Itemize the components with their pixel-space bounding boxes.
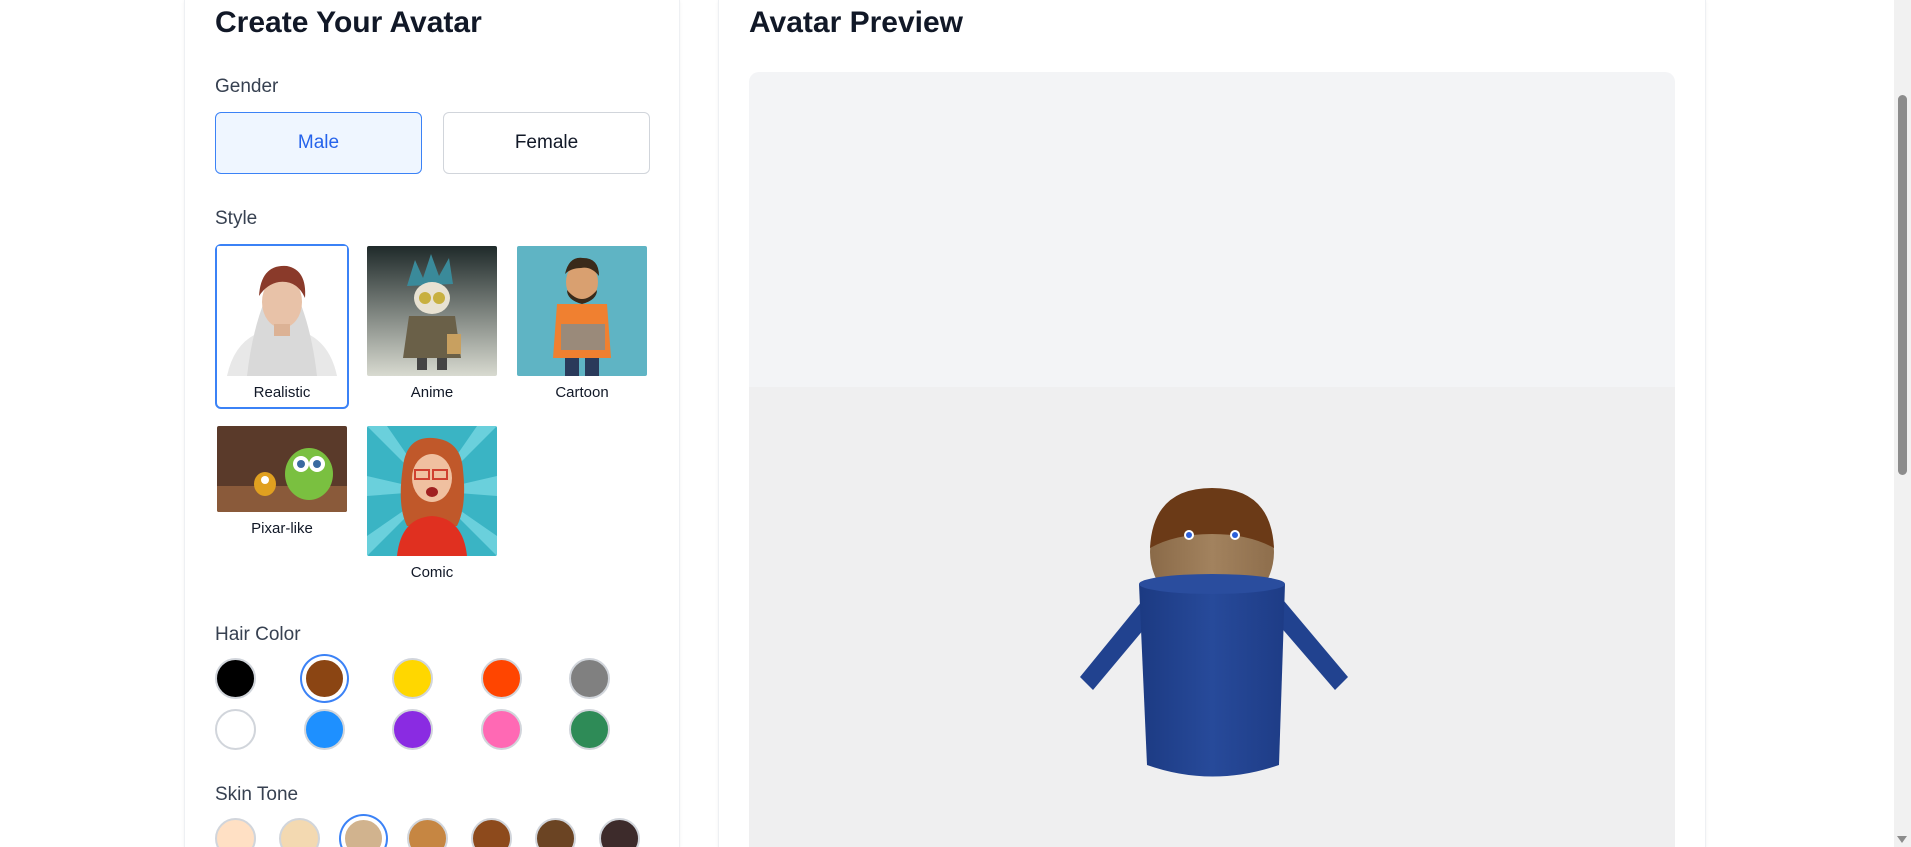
style-label-pixar-like: Pixar-like [251,520,313,537]
gender-female-button[interactable]: Female [443,112,650,174]
hair-color-swatch[interactable] [569,709,610,750]
style-option-anime[interactable]: Anime [365,244,499,409]
realistic-thumbnail [217,246,347,376]
page-scrollbar[interactable] [1894,0,1911,847]
avatar-preview-panel: Avatar Preview [718,0,1706,847]
style-option-comic[interactable]: Comic [365,424,499,589]
skin-tone-swatch[interactable] [535,818,576,847]
hair-color-swatch[interactable] [215,658,256,699]
style-option-pixar-like[interactable]: Pixar-like [215,424,349,542]
anime-thumbnail [367,246,497,376]
hair-color-label: Hair Color [215,624,301,645]
cartoon-thumbnail [517,246,647,376]
avatar-3d-viewport[interactable] [749,72,1675,847]
skin-tone-swatch[interactable] [343,818,384,847]
hair-color-swatch[interactable] [480,658,522,699]
hair-color-swatch[interactable] [392,709,433,750]
avatar-creator-page: Create Your Avatar Gender Male Female St… [0,0,1911,847]
hair-color-swatch[interactable] [215,709,256,750]
gender-male-button[interactable]: Male [215,112,422,174]
hair-color-swatch[interactable] [303,709,345,750]
style-label-cartoon: Cartoon [555,384,609,401]
avatar-options-panel: Create Your Avatar Gender Male Female St… [184,0,680,847]
skin-tone-swatch[interactable] [471,818,512,847]
style-option-realistic[interactable]: Realistic [215,244,349,409]
style-label-realistic: Realistic [253,384,311,401]
panel-title: Create Your Avatar [215,6,482,39]
comic-thumbnail [367,426,497,556]
style-label-comic: Comic [410,564,454,581]
skin-tone-swatch[interactable] [407,818,448,847]
pixar-like-thumbnail [217,426,347,512]
avatar-body [1139,574,1285,777]
scrollbar-thumb[interactable] [1898,95,1907,475]
gender-label: Gender [215,76,279,97]
hair-color-swatch[interactable] [303,658,345,699]
skin-tone-swatch[interactable] [215,818,256,847]
hair-color-swatch[interactable] [480,709,522,750]
skin-tone-label: Skin Tone [215,784,299,805]
style-label-anime: Anime [410,384,454,401]
style-label: Style [215,208,258,229]
hair-color-swatch[interactable] [392,658,433,699]
preview-title: Avatar Preview [749,6,964,39]
hair-color-swatch[interactable] [569,658,610,699]
skin-tone-swatch[interactable] [599,818,640,847]
skin-tone-swatch[interactable] [279,818,320,847]
scroll-down-arrow-icon[interactable] [1897,836,1907,843]
style-option-cartoon[interactable]: Cartoon [515,244,649,409]
avatar-model [1080,488,1348,777]
